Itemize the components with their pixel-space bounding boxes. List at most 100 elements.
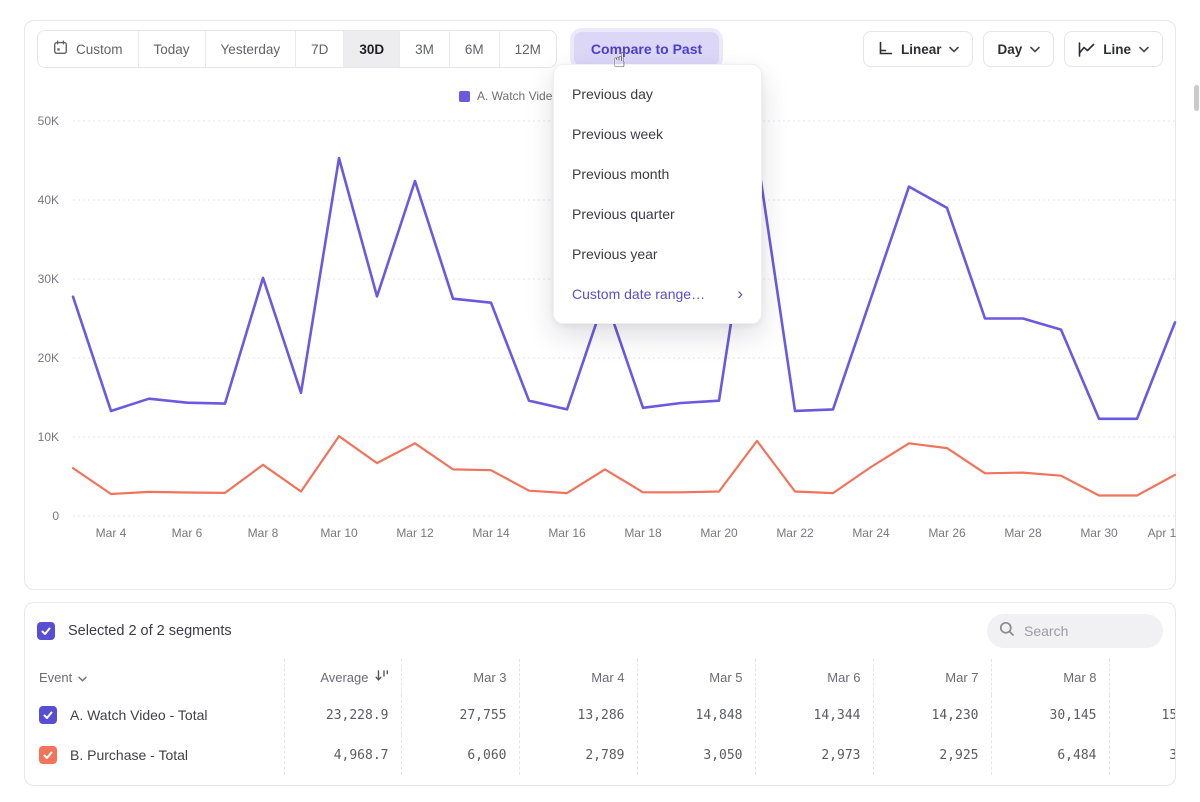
segment-value: 14,230 bbox=[932, 708, 979, 723]
chevron-down-icon bbox=[1030, 46, 1040, 53]
segment-checkbox[interactable] bbox=[39, 746, 57, 764]
segment-value: 30,145 bbox=[1050, 708, 1097, 723]
series-line-b bbox=[73, 436, 1175, 495]
column-header-mar-8: Mar 8 bbox=[991, 659, 1109, 695]
mouse-cursor-pointer: ☝ bbox=[613, 48, 626, 72]
compare-to-past-button[interactable]: Compare to Past bbox=[574, 32, 719, 66]
segment-value: 15, bbox=[1162, 708, 1176, 723]
x-axis-tick-label: Mar 14 bbox=[472, 526, 510, 540]
column-header-mar-7: Mar 7 bbox=[873, 659, 991, 695]
segment-label: A. Watch Video - Total bbox=[70, 707, 207, 723]
column-header-mar-6: Mar 6 bbox=[755, 659, 873, 695]
custom-date-range-label: Custom date range… bbox=[572, 286, 705, 302]
search-icon bbox=[999, 621, 1015, 642]
axis-scale-icon bbox=[877, 41, 893, 57]
chevron-down-icon bbox=[949, 46, 959, 53]
event-column-label: Event bbox=[39, 670, 72, 685]
menu-item-previous-quarter[interactable]: Previous quarter bbox=[554, 194, 761, 234]
scale-label: Linear bbox=[901, 42, 942, 57]
y-axis-tick-label: 0 bbox=[52, 509, 59, 523]
date-range-today[interactable]: Today bbox=[139, 31, 206, 67]
y-axis-tick-label: 30K bbox=[38, 272, 59, 286]
date-range-3m[interactable]: 3M bbox=[400, 31, 450, 67]
date-range-custom[interactable]: Custom bbox=[38, 31, 139, 67]
menu-item-previous-year[interactable]: Previous year bbox=[554, 234, 761, 274]
y-axis-tick-label: 50K bbox=[38, 114, 59, 128]
x-axis-tick-label: Mar 8 bbox=[248, 526, 279, 540]
menu-item-custom-date-range[interactable]: Custom date range…› bbox=[554, 274, 761, 314]
date-range-12m[interactable]: 12M bbox=[500, 31, 556, 67]
segment-value: 13,286 bbox=[578, 708, 625, 723]
scrollbar-thumb[interactable] bbox=[1194, 85, 1199, 111]
segment-value: 6,060 bbox=[467, 748, 506, 763]
analytics-page: Custom Today Yesterday 7D 30D 3M 6M 12M Compare… bbox=[0, 0, 1200, 802]
x-axis-tick-label: Mar 4 bbox=[96, 526, 127, 540]
x-axis-tick-label: Mar 16 bbox=[548, 526, 586, 540]
segments-selected-text: Selected 2 of 2 segments bbox=[68, 623, 232, 639]
column-header-mar-4: Mar 4 bbox=[519, 659, 637, 695]
chart-type-select-button[interactable]: Line bbox=[1064, 31, 1163, 67]
segment-value: 4,968.7 bbox=[334, 748, 389, 763]
column-header-average[interactable]: Average bbox=[284, 659, 401, 695]
x-axis-tick-label: Apr 1 bbox=[1148, 526, 1177, 540]
compare-to-past-menu: Previous dayPrevious weekPrevious monthP… bbox=[553, 64, 762, 324]
segment-value: 14,344 bbox=[814, 708, 861, 723]
date-range-group: Custom Today Yesterday 7D 30D 3M 6M 12M bbox=[37, 30, 557, 68]
segment-value: 23,228.9 bbox=[326, 708, 389, 723]
y-axis-tick-label: 20K bbox=[38, 351, 59, 365]
segments-table-card: Selected 2 of 2 segments EventAverageMar… bbox=[24, 602, 1176, 786]
date-range-label: 30D bbox=[359, 42, 384, 57]
interval-label: Day bbox=[997, 42, 1022, 57]
line-chart-icon bbox=[1078, 42, 1095, 57]
chart-type-label: Line bbox=[1103, 42, 1131, 57]
x-axis-tick-label: Mar 24 bbox=[852, 526, 890, 540]
y-axis-tick-label: 40K bbox=[38, 193, 59, 207]
date-range-yesterday[interactable]: Yesterday bbox=[206, 31, 297, 67]
x-axis-tick-label: Mar 28 bbox=[1004, 526, 1042, 540]
segment-value: 6,484 bbox=[1057, 748, 1096, 763]
menu-item-previous-day[interactable]: Previous day bbox=[554, 74, 761, 114]
segment-value: 27,755 bbox=[460, 708, 507, 723]
chart-toolbar: Custom Today Yesterday 7D 30D 3M 6M 12M Compare… bbox=[37, 30, 1163, 68]
x-axis-tick-label: Mar 22 bbox=[776, 526, 814, 540]
scale-select-button[interactable]: Linear bbox=[863, 31, 974, 67]
menu-item-previous-week[interactable]: Previous week bbox=[554, 114, 761, 154]
sort-descending-icon bbox=[375, 669, 389, 685]
table-row: B. Purchase - Total4,968.76,0602,7893,05… bbox=[37, 735, 1176, 775]
search-box[interactable] bbox=[987, 614, 1163, 648]
segments-table: Event AverageMar 3Mar 4Mar 5Mar 6Mar 7Mar… bbox=[37, 659, 1176, 775]
x-axis-tick-label: Mar 20 bbox=[700, 526, 738, 540]
segment-value: 2,789 bbox=[585, 748, 624, 763]
x-axis-tick-label: Mar 6 bbox=[172, 526, 203, 540]
segment-checkbox[interactable] bbox=[39, 706, 57, 724]
table-row: A. Watch Video - Total 23,228.9 27,755 13,2… bbox=[37, 695, 1176, 735]
column-header-m: M bbox=[1109, 659, 1176, 695]
calendar-icon bbox=[53, 40, 68, 58]
date-range-label: Custom bbox=[76, 42, 123, 57]
chevron-down-icon bbox=[1139, 46, 1149, 53]
column-header-mar-3: Mar 3 bbox=[401, 659, 519, 695]
search-input[interactable] bbox=[1024, 623, 1144, 639]
column-header-mar-5: Mar 5 bbox=[637, 659, 755, 695]
date-range-label: 7D bbox=[311, 42, 328, 57]
column-header-event[interactable]: Event bbox=[37, 659, 284, 695]
date-range-label: 6M bbox=[465, 42, 484, 57]
date-range-7d[interactable]: 7D bbox=[296, 31, 344, 67]
date-range-label: Today bbox=[154, 42, 190, 57]
interval-select-button[interactable]: Day bbox=[983, 31, 1054, 67]
segment-value: 14,848 bbox=[696, 708, 743, 723]
date-range-6m[interactable]: 6M bbox=[450, 31, 500, 67]
date-range-label: 3M bbox=[415, 42, 434, 57]
x-axis-tick-label: Mar 10 bbox=[320, 526, 358, 540]
segment-value: 2,973 bbox=[821, 748, 860, 763]
date-range-label: 12M bbox=[515, 42, 541, 57]
menu-item-previous-month[interactable]: Previous month bbox=[554, 154, 761, 194]
date-range-30d[interactable]: 30D bbox=[344, 31, 400, 67]
table-header-row: Event AverageMar 3Mar 4Mar 5Mar 6Mar 7Mar… bbox=[37, 659, 1176, 695]
segment-value: 3, bbox=[1169, 748, 1176, 763]
chevron-down-icon bbox=[78, 670, 87, 685]
select-all-checkbox[interactable] bbox=[37, 622, 55, 640]
segments-bar: Selected 2 of 2 segments bbox=[37, 613, 1163, 649]
chart-options-group: Linear Day Line bbox=[863, 31, 1163, 67]
x-axis-tick-label: Mar 12 bbox=[396, 526, 434, 540]
